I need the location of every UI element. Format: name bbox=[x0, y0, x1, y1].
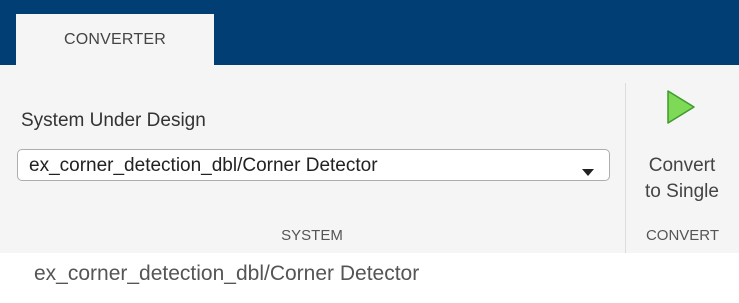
convert-label-line2: to Single bbox=[645, 181, 719, 202]
current-system-path-bar: ex_corner_detection_dbl/Corner Detector bbox=[0, 253, 739, 303]
convert-label-line1: Convert bbox=[648, 155, 716, 176]
toolstrip-ribbon: System Under Design ex_corner_detection_… bbox=[0, 65, 739, 253]
chevron-down-icon bbox=[582, 163, 594, 181]
system-group-label: SYSTEM bbox=[281, 227, 343, 244]
convert-group-label: CONVERT bbox=[645, 227, 720, 244]
current-system-path: ex_corner_detection_dbl/Corner Detector bbox=[34, 262, 420, 285]
system-under-design-label: System Under Design bbox=[21, 110, 206, 131]
convert-section: Convert to Single CONVERT bbox=[626, 65, 739, 253]
play-icon bbox=[666, 89, 696, 130]
convert-button-label: Convert to Single bbox=[634, 153, 730, 205]
tab-converter-label: CONVERTER bbox=[64, 30, 166, 48]
system-section: System Under Design ex_corner_detection_… bbox=[0, 65, 624, 253]
dropdown-selected-value: ex_corner_detection_dbl/Corner Detector bbox=[29, 155, 378, 176]
tab-converter[interactable]: CONVERTER bbox=[16, 14, 214, 65]
system-under-design-dropdown[interactable]: ex_corner_detection_dbl/Corner Detector bbox=[17, 149, 610, 181]
toolstrip-tab-bar: CONVERTER bbox=[0, 0, 739, 65]
convert-to-single-button[interactable]: Convert to Single bbox=[634, 85, 730, 215]
